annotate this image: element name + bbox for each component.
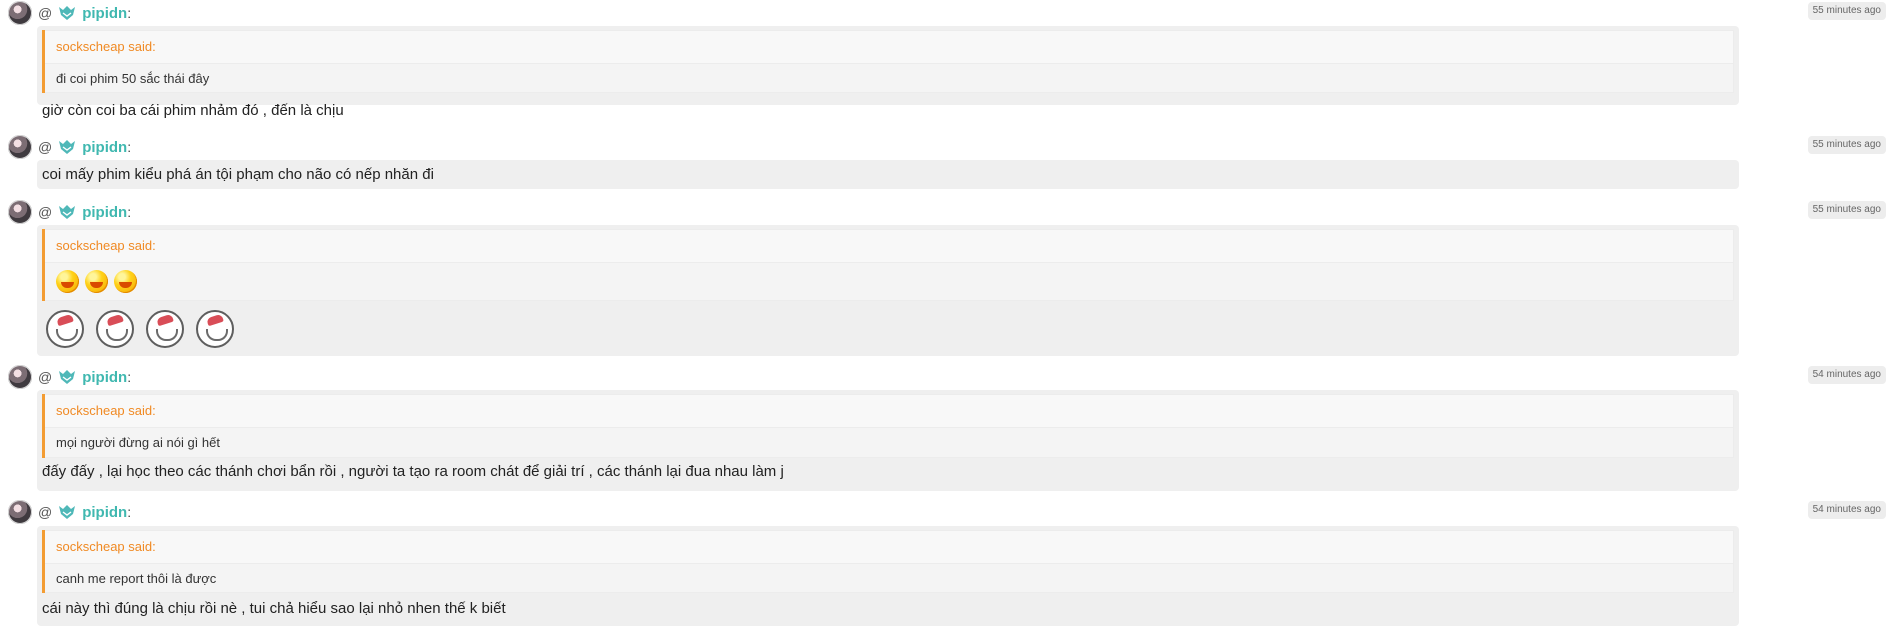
- rank-badge-icon: [59, 139, 76, 154]
- mention-at: @: [38, 139, 53, 155]
- rank-badge-icon: [59, 504, 76, 519]
- avatar[interactable]: [8, 200, 32, 224]
- quote-text: đi coi phim 50 sắc thái đây: [45, 64, 1734, 93]
- timestamp: 54 minutes ago: [1807, 501, 1886, 519]
- message-text: coi mấy phim kiểu phá án tội phạm cho nã…: [42, 166, 434, 183]
- mention-at: @: [38, 5, 53, 21]
- quote-block: sockscheap said: mọi người đừng ai nói g…: [42, 394, 1734, 458]
- avatar[interactable]: [8, 500, 32, 524]
- laughing-sticker-icon: [96, 310, 134, 348]
- message-header: @ pipidn :: [8, 134, 131, 160]
- laughing-emoticon-icon: [56, 270, 79, 293]
- quote-block: sockscheap said:: [42, 229, 1734, 301]
- quote-emoticons: [45, 263, 1734, 301]
- chat-feed: @ pipidn : 55 minutes ago sockscheap sai…: [0, 0, 1889, 634]
- mention-at: @: [38, 504, 53, 520]
- username-link[interactable]: pipidn: [82, 504, 127, 521]
- laughing-emoticon-icon: [114, 270, 137, 293]
- rank-badge-icon: [59, 369, 76, 384]
- laughing-emoticon-icon: [85, 270, 108, 293]
- chat-message: @ pipidn : 55 minutes ago sockscheap sai…: [0, 199, 1889, 359]
- quote-author[interactable]: sockscheap said:: [45, 30, 1734, 64]
- timestamp: 55 minutes ago: [1807, 2, 1886, 20]
- username-colon: :: [127, 504, 132, 520]
- quote-author[interactable]: sockscheap said:: [45, 229, 1734, 263]
- message-bubble: sockscheap said: canh me report thôi là …: [37, 526, 1739, 626]
- username-link[interactable]: pipidn: [82, 204, 127, 221]
- username-colon: :: [127, 204, 132, 220]
- chat-message: @ pipidn : 54 minutes ago sockscheap sai…: [0, 364, 1889, 496]
- mention-at: @: [38, 369, 53, 385]
- chat-message: @ pipidn : 55 minutes ago sockscheap sai…: [0, 0, 1889, 119]
- mention-at: @: [38, 204, 53, 220]
- message-header: @ pipidn :: [8, 199, 131, 225]
- timestamp: 54 minutes ago: [1807, 366, 1886, 384]
- username-colon: :: [127, 139, 132, 155]
- username-link[interactable]: pipidn: [82, 139, 127, 156]
- quote-text: canh me report thôi là được: [45, 564, 1734, 593]
- chat-message: @ pipidn : 54 minutes ago sockscheap sai…: [0, 499, 1889, 630]
- quote-author[interactable]: sockscheap said:: [45, 394, 1734, 428]
- message-header: @ pipidn :: [8, 0, 131, 26]
- laughing-sticker-icon: [146, 310, 184, 348]
- rank-badge-icon: [59, 204, 76, 219]
- avatar[interactable]: [8, 1, 32, 25]
- message-bubble: sockscheap said: đi coi phim 50 sắc thái…: [37, 26, 1739, 119]
- laughing-sticker-icon: [196, 310, 234, 348]
- quote-text: mọi người đừng ai nói gì hết: [45, 428, 1734, 458]
- username-colon: :: [127, 369, 132, 385]
- quote-block: sockscheap said: đi coi phim 50 sắc thái…: [42, 30, 1734, 93]
- message-header: @ pipidn :: [8, 499, 131, 525]
- message-bubble: coi mấy phim kiểu phá án tội phạm cho nã…: [37, 160, 1739, 189]
- username-link[interactable]: pipidn: [82, 5, 127, 22]
- username-link[interactable]: pipidn: [82, 369, 127, 386]
- quote-block: sockscheap said: canh me report thôi là …: [42, 530, 1734, 593]
- message-bubble: sockscheap said:: [37, 225, 1739, 356]
- avatar[interactable]: [8, 365, 32, 389]
- username-colon: :: [127, 5, 132, 21]
- quote-author[interactable]: sockscheap said:: [45, 530, 1734, 564]
- message-text: đấy đấy , lại học theo các thánh chơi bẩ…: [42, 463, 784, 480]
- timestamp: 55 minutes ago: [1807, 136, 1886, 154]
- chat-message: @ pipidn : 55 minutes ago coi mấy phim k…: [0, 134, 1889, 190]
- message-header: @ pipidn :: [8, 364, 131, 390]
- timestamp: 55 minutes ago: [1807, 201, 1886, 219]
- laughing-sticker-icon: [46, 310, 84, 348]
- message-text: cái này thì đúng là chịu rồi nè , tui ch…: [42, 600, 506, 617]
- rank-badge-icon: [59, 5, 76, 20]
- sticker-row: [46, 310, 246, 348]
- message-text: giờ còn coi ba cái phim nhảm đó , đến là…: [42, 102, 344, 119]
- message-bubble: sockscheap said: mọi người đừng ai nói g…: [37, 390, 1739, 491]
- avatar[interactable]: [8, 135, 32, 159]
